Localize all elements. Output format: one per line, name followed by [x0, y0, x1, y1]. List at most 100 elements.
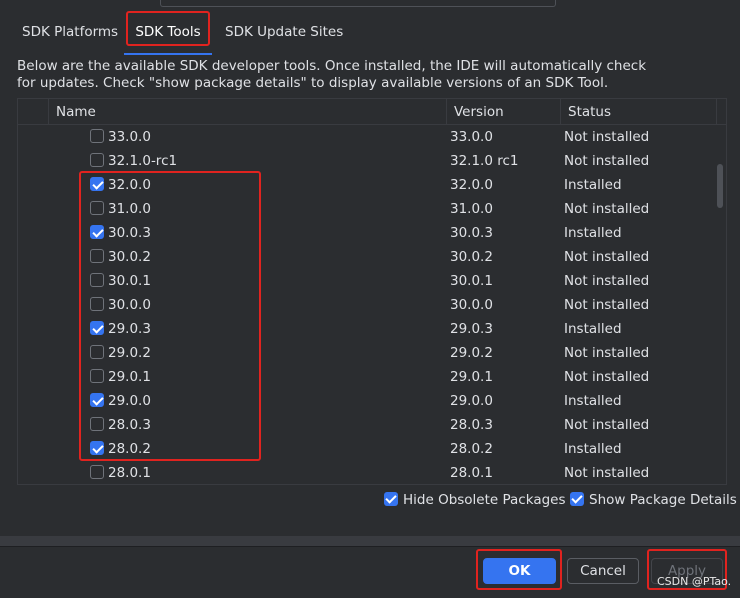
- row-version: 30.0.0: [450, 297, 493, 313]
- top-strip: [0, 0, 740, 10]
- tab-bar: SDK Platforms SDK Tools SDK Update Sites: [0, 12, 740, 55]
- checkbox-checked-icon: [384, 492, 398, 506]
- search-field-edge[interactable]: [160, 0, 556, 7]
- row-version: 28.0.3: [450, 417, 493, 433]
- row-name: 30.0.3: [108, 225, 151, 241]
- checkbox-checked-icon[interactable]: [90, 225, 104, 239]
- row-name: 29.0.2: [108, 345, 151, 361]
- column-header-name[interactable]: Name: [56, 99, 96, 125]
- show-package-details-label: Show Package Details: [589, 492, 737, 508]
- row-status: Installed: [564, 393, 622, 409]
- row-version: 30.0.3: [450, 225, 493, 241]
- row-version: 32.1.0 rc1: [450, 153, 519, 169]
- table-header: Name Version Status: [18, 99, 726, 125]
- hide-obsolete-packages-checkbox[interactable]: Hide Obsolete Packages: [384, 491, 566, 511]
- row-name: 30.0.1: [108, 273, 151, 289]
- table-row[interactable]: 32.1.0-rc1 32.1.0 rc1 Not installed: [18, 149, 718, 173]
- sdk-tools-table: Name Version Status 33.0.0 33.0.0 Not inst…: [17, 98, 727, 485]
- checkbox-unchecked-icon[interactable]: [90, 153, 104, 167]
- column-separator: [716, 99, 717, 125]
- row-status: Not installed: [564, 249, 650, 265]
- table-row[interactable]: 29.0.2 29.0.2 Not installed: [18, 341, 718, 365]
- table-row[interactable]: 28.0.1 28.0.1 Not installed: [18, 461, 718, 484]
- divider-bar: [0, 536, 740, 546]
- column-separator: [560, 99, 561, 125]
- checkbox-unchecked-icon[interactable]: [90, 297, 104, 311]
- row-name: 29.0.3: [108, 321, 151, 337]
- ok-button[interactable]: OK: [483, 558, 556, 584]
- tab-sdk-platforms[interactable]: SDK Platforms: [22, 12, 118, 54]
- checkbox-checked-icon[interactable]: [90, 177, 104, 191]
- checkbox-checked-icon[interactable]: [90, 321, 104, 335]
- row-status: Installed: [564, 441, 622, 457]
- hide-obsolete-packages-label: Hide Obsolete Packages: [403, 492, 566, 508]
- row-name: 30.0.2: [108, 249, 151, 265]
- row-version: 29.0.1: [450, 369, 493, 385]
- checkbox-unchecked-icon[interactable]: [90, 129, 104, 143]
- row-status: Not installed: [564, 345, 650, 361]
- column-separator: [48, 99, 49, 125]
- row-version: 29.0.2: [450, 345, 493, 361]
- watermark-text: CSDN @PTao.: [657, 575, 732, 588]
- checkbox-unchecked-icon[interactable]: [90, 465, 104, 479]
- table-row[interactable]: 30.0.0 30.0.0 Not installed: [18, 293, 718, 317]
- row-status: Not installed: [564, 153, 650, 169]
- row-version: 31.0.0: [450, 201, 493, 217]
- table-row[interactable]: 29.0.0 29.0.0 Installed: [18, 389, 718, 413]
- checkbox-unchecked-icon[interactable]: [90, 201, 104, 215]
- row-name: 32.0.0: [108, 177, 151, 193]
- checkbox-checked-icon[interactable]: [90, 393, 104, 407]
- checkbox-checked-icon[interactable]: [90, 441, 104, 455]
- row-version: 29.0.3: [450, 321, 493, 337]
- row-status: Not installed: [564, 465, 650, 481]
- row-version: 30.0.2: [450, 249, 493, 265]
- tab-sdk-tools[interactable]: SDK Tools: [124, 12, 212, 55]
- vertical-scrollbar-thumb[interactable]: [717, 164, 723, 208]
- checkbox-checked-icon: [570, 492, 584, 506]
- checkbox-unchecked-icon[interactable]: [90, 345, 104, 359]
- column-header-status[interactable]: Status: [568, 99, 611, 125]
- row-version: 32.0.0: [450, 177, 493, 193]
- row-name: 28.0.1: [108, 465, 151, 481]
- table-row[interactable]: 29.0.3 29.0.3 Installed: [18, 317, 718, 341]
- description-line-1: Below are the available SDK developer to…: [17, 58, 647, 74]
- show-package-details-checkbox[interactable]: Show Package Details: [570, 491, 737, 511]
- row-version: 33.0.0: [450, 129, 493, 145]
- row-name: 31.0.0: [108, 201, 151, 217]
- row-status: Not installed: [564, 297, 650, 313]
- table-row[interactable]: 30.0.2 30.0.2 Not installed: [18, 245, 718, 269]
- table-row[interactable]: 33.0.0 33.0.0 Not installed: [18, 125, 718, 149]
- column-header-version[interactable]: Version: [454, 99, 504, 125]
- table-row[interactable]: 32.0.0 32.0.0 Installed: [18, 173, 718, 197]
- row-name: 28.0.2: [108, 441, 151, 457]
- tab-sdk-update-sites[interactable]: SDK Update Sites: [225, 12, 343, 54]
- row-version: 30.0.1: [450, 273, 493, 289]
- table-row[interactable]: 28.0.3 28.0.3 Not installed: [18, 413, 718, 437]
- row-status: Not installed: [564, 129, 650, 145]
- table-row[interactable]: 29.0.1 29.0.1 Not installed: [18, 365, 718, 389]
- row-status: Installed: [564, 225, 622, 241]
- row-name: 29.0.1: [108, 369, 151, 385]
- row-version: 28.0.2: [450, 441, 493, 457]
- checkbox-unchecked-icon[interactable]: [90, 249, 104, 263]
- cancel-button[interactable]: Cancel: [567, 558, 639, 584]
- checkbox-unchecked-icon[interactable]: [90, 369, 104, 383]
- row-status: Installed: [564, 177, 622, 193]
- row-name: 29.0.0: [108, 393, 151, 409]
- row-version: 29.0.0: [450, 393, 493, 409]
- checkbox-unchecked-icon[interactable]: [90, 273, 104, 287]
- table-row[interactable]: 28.0.2 28.0.2 Installed: [18, 437, 718, 461]
- row-name: 33.0.0: [108, 129, 151, 145]
- row-status: Not installed: [564, 201, 650, 217]
- row-status: Installed: [564, 321, 622, 337]
- table-row[interactable]: 31.0.0 31.0.0 Not installed: [18, 197, 718, 221]
- row-status: Not installed: [564, 417, 650, 433]
- row-name: 28.0.3: [108, 417, 151, 433]
- table-row[interactable]: 30.0.3 30.0.3 Installed: [18, 221, 718, 245]
- row-status: Not installed: [564, 273, 650, 289]
- row-name: 32.1.0-rc1: [108, 153, 178, 169]
- column-separator: [446, 99, 447, 125]
- checkbox-unchecked-icon[interactable]: [90, 417, 104, 431]
- row-status: Not installed: [564, 369, 650, 385]
- table-row[interactable]: 30.0.1 30.0.1 Not installed: [18, 269, 718, 293]
